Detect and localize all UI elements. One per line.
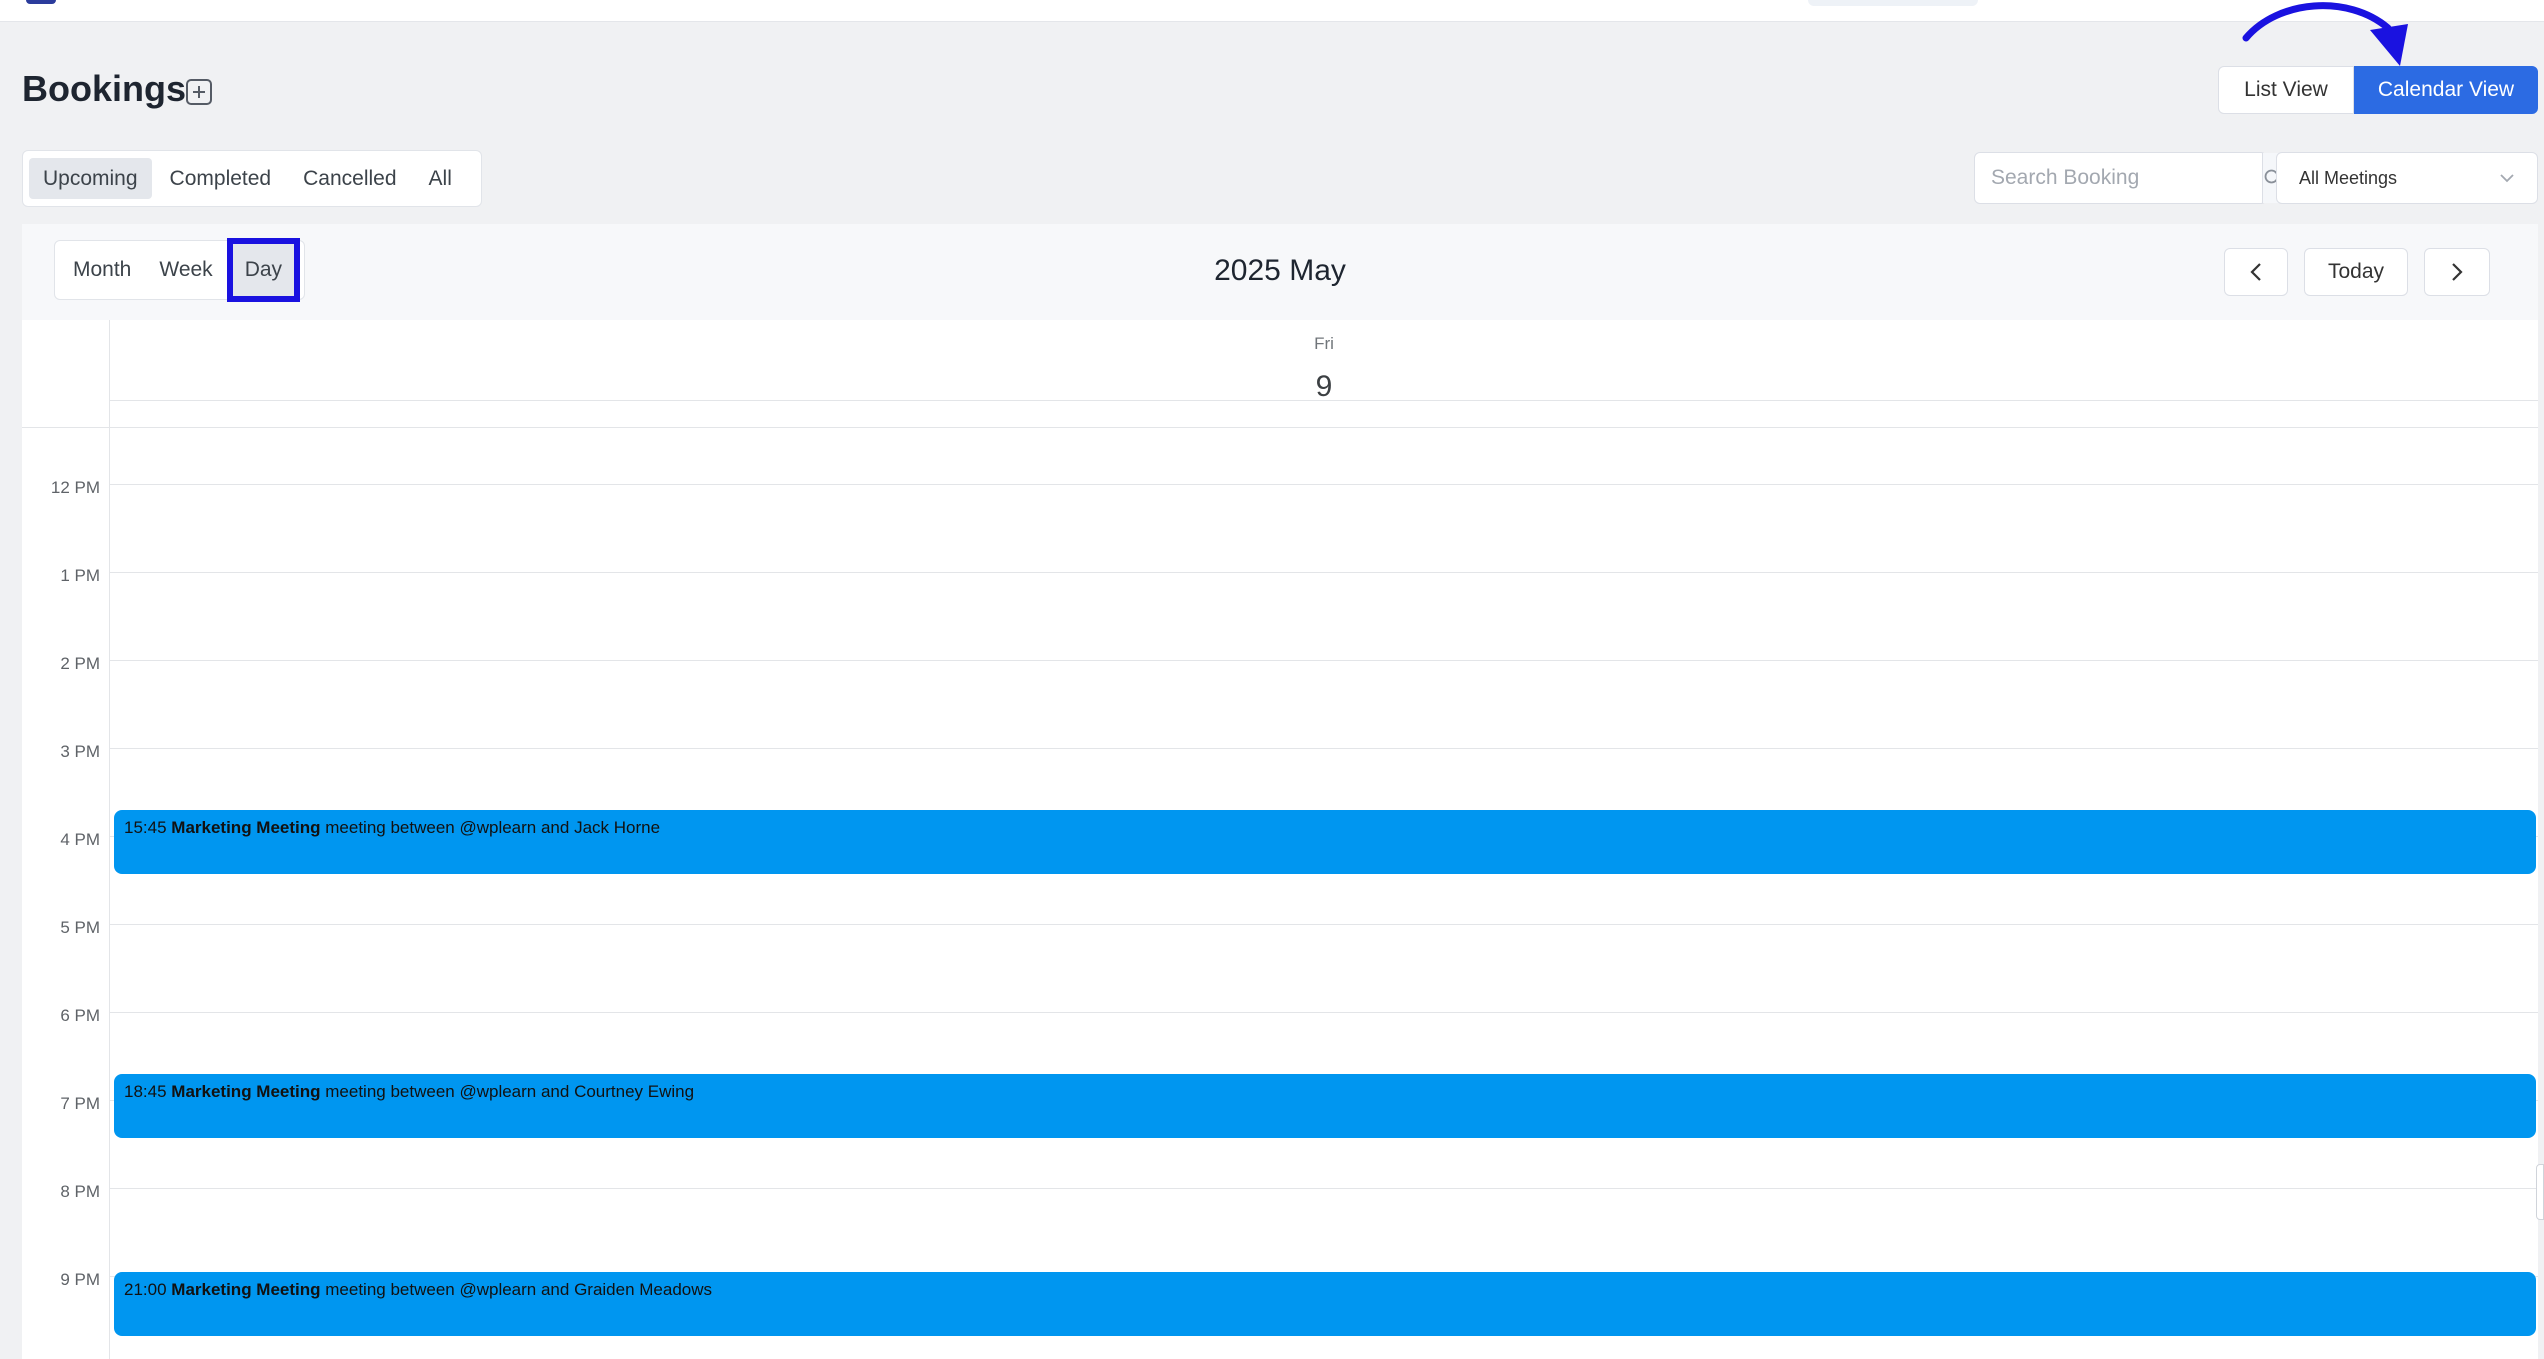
status-tabs: Upcoming Completed Cancelled All	[22, 150, 482, 207]
hour-line	[110, 484, 2538, 485]
view-toggle: List View Calendar View	[2218, 66, 2538, 114]
mode-day-button[interactable]: Day	[226, 238, 301, 302]
hour-label: 5 PM	[60, 918, 100, 937]
hour-line	[110, 748, 2538, 749]
event-time: 18:45	[124, 1082, 167, 1101]
hour-line	[110, 660, 2538, 661]
prev-button[interactable]	[2224, 248, 2288, 296]
calendar-mode-group: Month Week Day	[54, 238, 306, 302]
calendar-toolbar: 2025 May Month Week Day Today	[22, 224, 2538, 320]
hour-label: 8 PM	[60, 1182, 100, 1201]
hour-label: 7 PM	[60, 1094, 100, 1113]
mode-week-button[interactable]: Week	[145, 240, 226, 300]
event-title: Marketing Meeting	[171, 1082, 321, 1101]
calendar-body: Fri 9 12 PM 1 PM 2 PM 3 PM 4 PM 5 PM 6 PM 7 PM 8…	[22, 320, 2538, 1359]
event-description: meeting between @wplearn and Jack Horne	[325, 818, 661, 837]
top-admin-bar	[0, 0, 2544, 22]
next-button[interactable]	[2424, 248, 2490, 296]
meetings-filter-value: All Meetings	[2299, 167, 2398, 188]
event-time: 15:45	[124, 818, 167, 837]
chevron-right-icon	[2452, 263, 2463, 281]
app-logo-icon	[26, 0, 56, 4]
chevron-down-icon	[2500, 174, 2514, 183]
tab-completed[interactable]: Completed	[156, 158, 286, 199]
mode-month-button[interactable]: Month	[59, 240, 145, 300]
hour-line	[110, 572, 2538, 573]
event-title: Marketing Meeting	[171, 818, 321, 837]
list-view-button[interactable]: List View	[2218, 66, 2354, 114]
chevron-left-icon	[2250, 263, 2261, 281]
calendar-event[interactable]: 21:00 Marketing Meeting meeting between …	[114, 1272, 2536, 1336]
tab-all[interactable]: All	[415, 158, 466, 199]
hour-line	[110, 1188, 2538, 1189]
hour-line	[110, 1012, 2538, 1013]
event-title: Marketing Meeting	[171, 1280, 321, 1299]
event-time: 21:00	[124, 1280, 167, 1299]
calendar-title: 2025 May	[1214, 254, 1346, 287]
day-name: Fri	[1314, 334, 1334, 353]
scrollbar-handle[interactable]	[2536, 1164, 2544, 1220]
hour-label: 4 PM	[60, 830, 100, 849]
add-booking-icon[interactable]	[186, 79, 212, 105]
tab-cancelled[interactable]: Cancelled	[289, 158, 410, 199]
event-description: meeting between @wplearn and Courtney Ew…	[325, 1082, 695, 1101]
day-number: 9	[1315, 370, 1333, 403]
search-input[interactable]	[1975, 153, 2262, 203]
event-description: meeting between @wplearn and Graiden Mea…	[325, 1280, 713, 1299]
meetings-filter-select[interactable]: All Meetings	[2276, 152, 2538, 204]
hour-label: 6 PM	[60, 1006, 100, 1025]
hour-label: 9 PM	[60, 1270, 100, 1289]
hour-line	[110, 400, 2538, 401]
search-box	[1974, 152, 2283, 204]
annotation-arrow-icon	[2242, 2, 2408, 66]
today-button[interactable]: Today	[2304, 248, 2408, 296]
day-header[interactable]: Fri 9	[110, 320, 2538, 428]
calendar-event[interactable]: 18:45 Marketing Meeting meeting between …	[114, 1074, 2536, 1138]
hour-line	[110, 924, 2538, 925]
top-bar-pill	[1808, 0, 1978, 6]
hour-label: 12 PM	[50, 478, 100, 497]
page-title: Bookings	[22, 68, 187, 109]
hour-label: 1 PM	[60, 566, 100, 585]
calendar-event[interactable]: 15:45 Marketing Meeting meeting between …	[114, 810, 2536, 874]
tab-upcoming[interactable]: Upcoming	[29, 158, 152, 199]
hour-label: 3 PM	[60, 742, 100, 761]
calendar-view-button[interactable]: Calendar View	[2354, 66, 2538, 114]
hour-label: 2 PM	[60, 654, 100, 673]
